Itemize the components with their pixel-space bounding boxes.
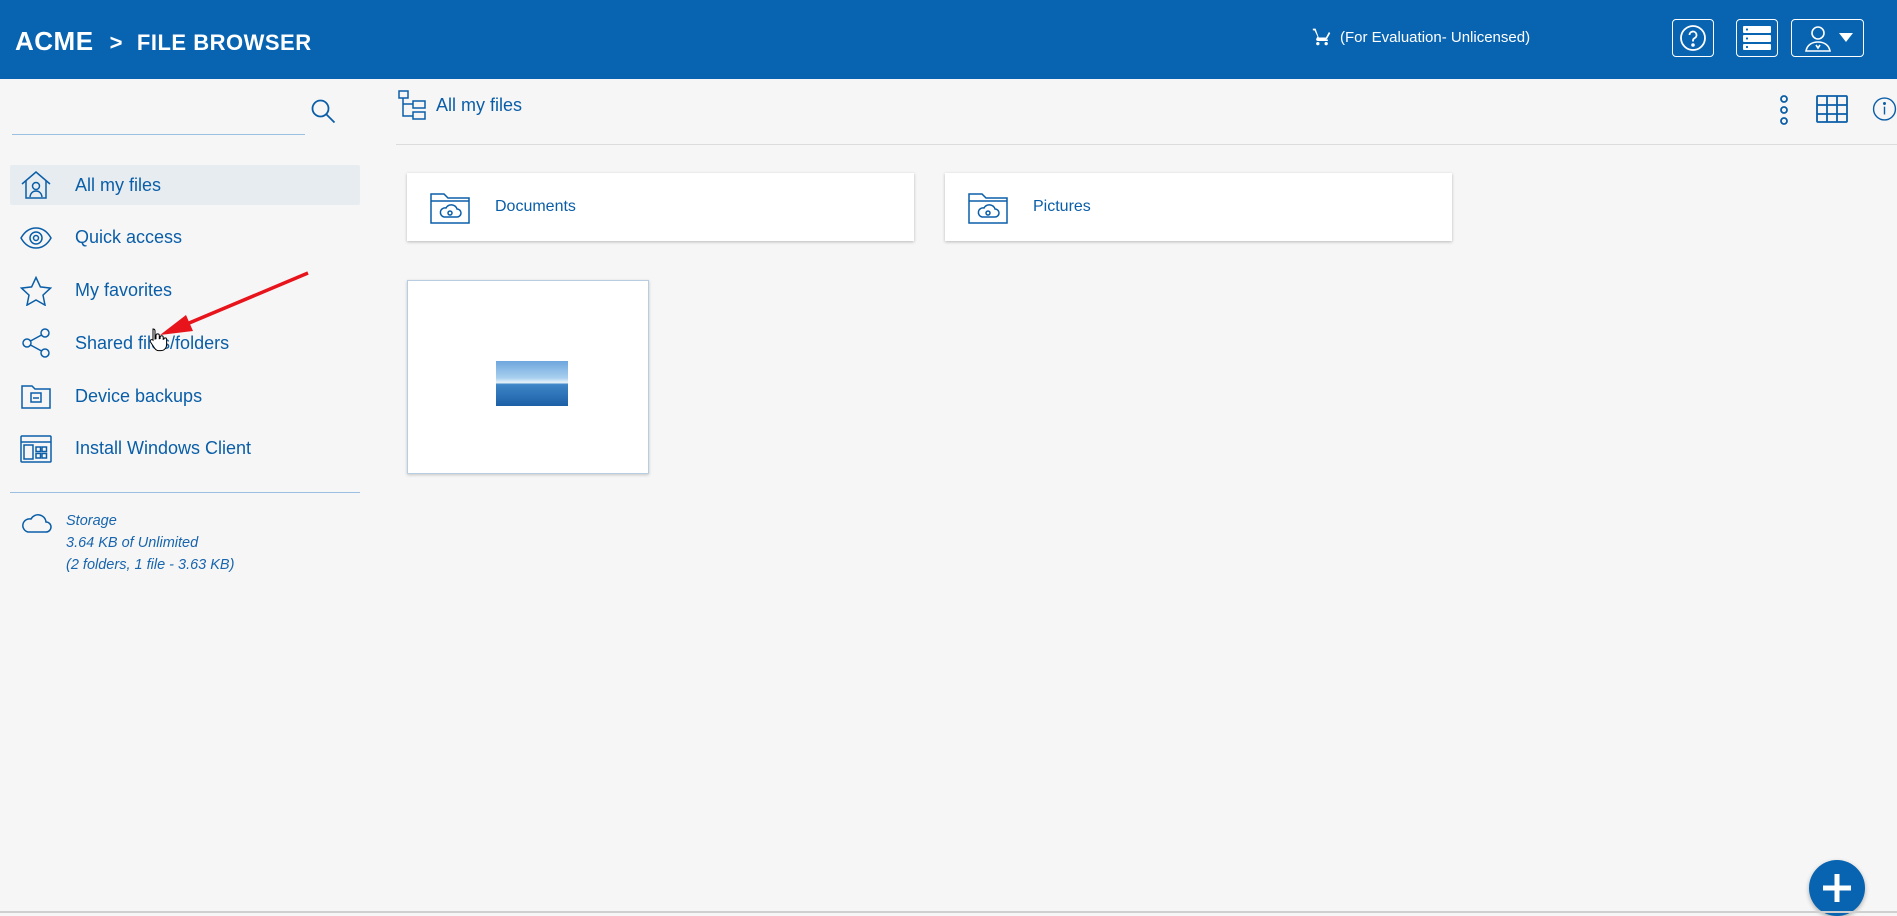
user-menu-button[interactable] <box>1791 19 1864 57</box>
sidebar-item-label: All my files <box>75 174 162 195</box>
folder-tree-icon <box>398 90 426 120</box>
cart-icon <box>1312 28 1331 46</box>
info-button[interactable] <box>1872 92 1897 126</box>
sidebar-item-my-favorites[interactable]: My favorites <box>10 271 360 311</box>
breadcrumb[interactable]: All my files <box>398 90 522 120</box>
sidebar-item-label: Quick access <box>75 227 183 248</box>
search-input[interactable] <box>12 99 296 129</box>
license-text: (For Evaluation- Unlicensed) <box>1340 28 1531 46</box>
cloud-folder-icon <box>429 189 471 225</box>
sidebar-item-label: Shared files/folders <box>75 332 230 353</box>
search-underline <box>12 134 305 135</box>
breadcrumb-separator: > <box>109 30 123 55</box>
cloud-icon <box>22 514 52 533</box>
storage-title: Storage <box>66 513 117 529</box>
backup-folder-icon <box>20 380 52 412</box>
sidebar-nav: All my files Quick access My favorites S… <box>10 165 360 482</box>
share-icon <box>20 327 52 359</box>
license-status[interactable]: (For Evaluation- Unlicensed) <box>1312 27 1530 47</box>
grid-view-button[interactable] <box>1815 92 1849 126</box>
storage-usage: 3.64 KB of Unlimited <box>66 535 199 551</box>
server-icon <box>1743 26 1771 50</box>
eye-icon <box>20 222 52 254</box>
help-button[interactable] <box>1672 19 1714 57</box>
folder-card-pictures[interactable]: Pictures <box>945 173 1452 241</box>
folder-name: Documents <box>495 198 576 215</box>
server-button[interactable] <box>1736 19 1778 57</box>
section-title: FILE BROWSER <box>136 30 312 55</box>
star-icon <box>20 275 52 307</box>
sidebar-item-label: Install Windows Client <box>75 438 252 459</box>
help-icon <box>1680 25 1706 51</box>
search-icon[interactable] <box>310 98 336 124</box>
storage-summary: Storage 3.64 KB of Unlimited (2 folders,… <box>20 510 234 573</box>
search-box <box>12 93 307 135</box>
add-button[interactable] <box>1809 860 1865 916</box>
windows-client-icon <box>20 433 52 465</box>
storage-details: (2 folders, 1 file - 3.63 KB) <box>66 557 235 573</box>
user-icon <box>1804 26 1831 52</box>
plus-icon <box>1823 874 1851 902</box>
breadcrumb-title: ACME > FILE BROWSER <box>15 26 312 57</box>
cloud-folder-icon <box>967 189 1009 225</box>
file-thumbnail <box>496 361 568 406</box>
brand-name[interactable]: ACME <box>15 26 94 56</box>
more-vertical-icon <box>1780 95 1788 125</box>
folder-name: Pictures <box>1033 198 1091 215</box>
folder-card-documents[interactable]: Documents <box>407 173 914 241</box>
more-options-button[interactable] <box>1772 92 1796 128</box>
top-header: ACME > FILE BROWSER (For Evaluation- Unlic… <box>0 0 1897 79</box>
sidebar-item-install-windows-client[interactable]: Install Windows Client <box>10 429 360 469</box>
sidebar-item-device-backups[interactable]: Device backups <box>10 376 360 416</box>
sidebar-item-quick-access[interactable]: Quick access <box>10 218 360 258</box>
sidebar-item-all-my-files[interactable]: All my files <box>10 165 360 205</box>
sidebar-divider <box>10 492 360 493</box>
grid-view-icon <box>1816 95 1848 123</box>
info-icon <box>1872 97 1897 121</box>
home-icon <box>20 169 52 201</box>
file-card[interactable] <box>407 280 649 474</box>
caret-down-icon <box>1838 33 1853 42</box>
breadcrumb-label: All my files <box>436 94 523 115</box>
sidebar-item-label: Device backups <box>75 385 203 406</box>
sidebar-item-label: My favorites <box>75 280 173 301</box>
sidebar-item-shared-files-folders[interactable]: Shared files/folders <box>10 323 360 363</box>
toolbar-divider <box>396 144 1897 145</box>
